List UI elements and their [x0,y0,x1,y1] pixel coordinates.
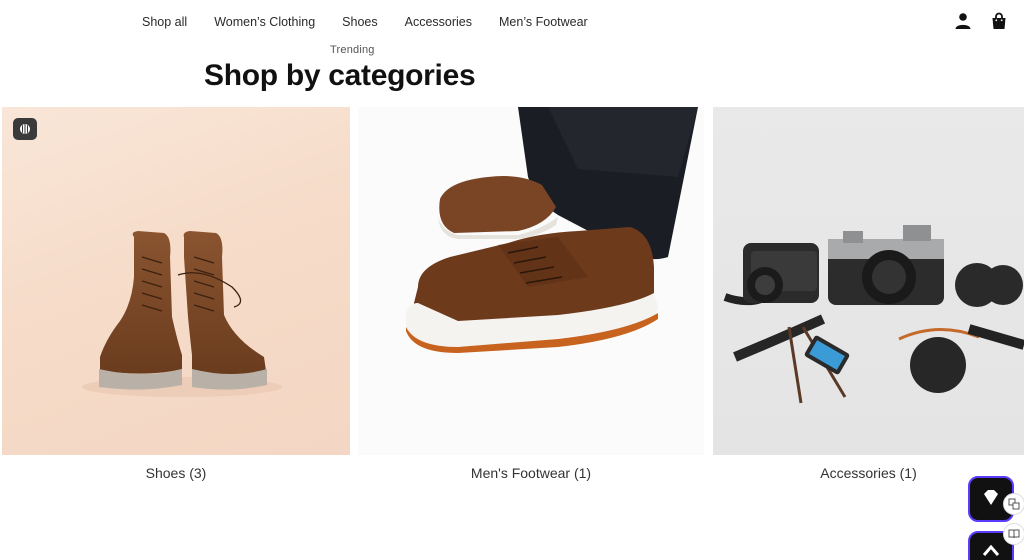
section-title: Shop by categories [204,59,476,92]
nav-link-mens-footwear[interactable]: Men’s Footwear [499,15,588,29]
gallery-badge-icon[interactable] [13,118,37,140]
nav-icons [954,12,1008,30]
category-image-accessories [713,107,1024,455]
book-icon[interactable] [1003,523,1024,545]
account-icon[interactable] [954,12,972,30]
translate-icon[interactable] [1003,493,1024,515]
nav-link-shoes[interactable]: Shoes [342,15,377,29]
category-label-shoes[interactable]: Shoes (3) [2,465,350,481]
nav-link-shop-all[interactable]: Shop all [142,15,187,29]
nav-link-accessories[interactable]: Accessories [405,15,472,29]
nav-link-womens-clothing[interactable]: Women’s Clothing [214,15,315,29]
top-navigation: Shop all Women’s Clothing Shoes Accessor… [0,0,1024,46]
category-image-shoes [2,107,350,455]
category-image-mens-footwear [358,107,704,455]
shopping-bag-icon[interactable] [990,12,1008,30]
category-grid: Shoes (3) Men's Footwear (1) Accessories… [0,107,1024,497]
category-label-mens-footwear[interactable]: Men's Footwear (1) [358,465,704,481]
nav-links: Shop all Women’s Clothing Shoes Accessor… [142,15,588,29]
section-eyebrow: Trending [330,44,375,56]
